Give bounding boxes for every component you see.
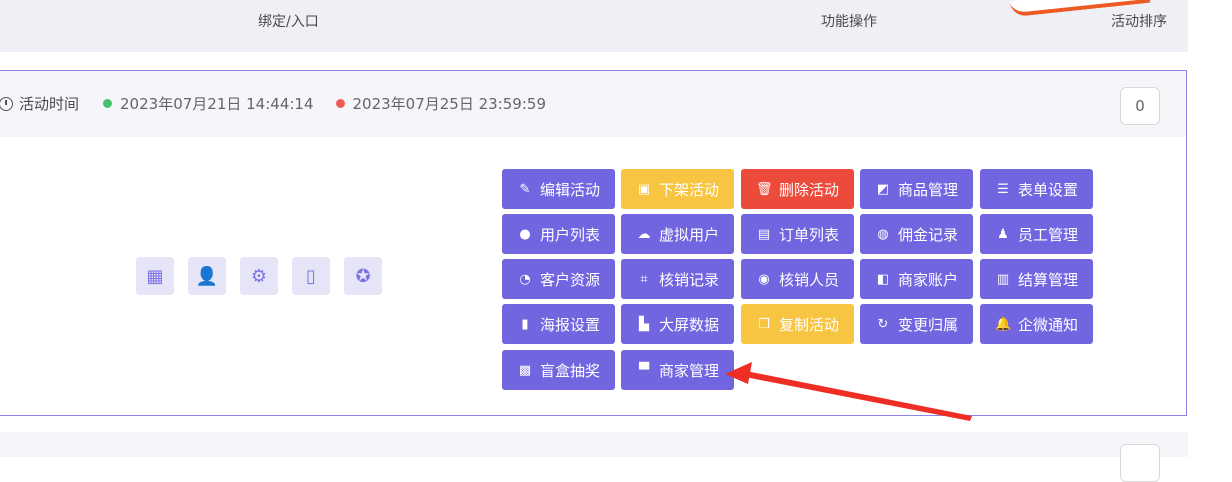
copy-activity-icon: ❐ bbox=[758, 316, 770, 332]
compass-icon[interactable]: ✪ bbox=[344, 257, 382, 295]
button-label: 盲盒抽奖 bbox=[539, 361, 600, 380]
verification-records-icon: ⌗ bbox=[640, 271, 648, 287]
delete-activity-icon: 🗑 bbox=[755, 181, 773, 197]
goods-management-button[interactable]: ◩ 商品管理 bbox=[860, 169, 973, 209]
order-list-icon: ▤ bbox=[757, 226, 771, 242]
gear-icon[interactable]: ⚙ bbox=[240, 257, 278, 295]
copy-activity-button[interactable]: ❐ 复制活动 bbox=[741, 304, 854, 344]
wecom-notify-icon: 🔔 bbox=[994, 316, 1012, 332]
settlement-management-icon: ▥ bbox=[996, 271, 1010, 287]
merchant-management-icon: ▀ bbox=[638, 362, 649, 378]
big-screen-data-button[interactable]: ▙ 大屏数据 bbox=[621, 304, 734, 344]
change-ownership-button[interactable]: ↻ 变更归属 bbox=[860, 304, 973, 344]
button-label: 商家账户 bbox=[897, 270, 958, 289]
button-label: 客户资源 bbox=[539, 270, 600, 289]
button-label: 企微通知 bbox=[1017, 315, 1078, 334]
button-label: 用户列表 bbox=[539, 225, 600, 244]
button-label: 海报设置 bbox=[539, 315, 600, 334]
qrcode-icon[interactable]: ▦ bbox=[136, 257, 174, 295]
edit-activity-button[interactable]: ✎ 编辑活动 bbox=[502, 169, 615, 209]
blind-box-lottery-icon: ▩ bbox=[518, 362, 532, 378]
big-screen-data-icon: ▙ bbox=[638, 316, 649, 332]
button-label: 员工管理 bbox=[1017, 225, 1078, 244]
button-label: 佣金记录 bbox=[897, 225, 958, 244]
wecom-notify-button[interactable]: 🔔 企微通知 bbox=[980, 304, 1093, 344]
customer-resources-button[interactable]: ◔ 客户资源 bbox=[502, 259, 615, 299]
commission-records-button[interactable]: ◍ 佣金记录 bbox=[860, 214, 973, 254]
delete-activity-button[interactable]: 🗑 删除活动 bbox=[741, 169, 854, 209]
goods-management-icon: ◩ bbox=[876, 181, 890, 197]
verification-staff-button[interactable]: ◉ 核销人员 bbox=[741, 259, 854, 299]
user-list-button[interactable]: ● 用户列表 bbox=[502, 214, 615, 254]
activity-start-time: 2023年07月21日 14:44:14 bbox=[120, 95, 314, 113]
activity-end-time: 2023年07月25日 23:59:59 bbox=[352, 95, 546, 113]
button-label: 订单列表 bbox=[778, 225, 839, 244]
button-label: 大屏数据 bbox=[658, 315, 719, 334]
button-label: 编辑活动 bbox=[539, 180, 600, 199]
verification-staff-icon: ◉ bbox=[758, 271, 770, 287]
user-list-icon: ● bbox=[519, 226, 531, 242]
poster-settings-icon: ▮ bbox=[521, 316, 529, 332]
verification-records-button[interactable]: ⌗ 核销记录 bbox=[621, 259, 734, 299]
button-label: 商品管理 bbox=[897, 180, 958, 199]
start-dot-icon bbox=[103, 99, 113, 108]
end-dot-icon bbox=[335, 99, 345, 108]
staff-management-button[interactable]: ♟ 员工管理 bbox=[980, 214, 1093, 254]
button-label: 变更归属 bbox=[897, 315, 958, 334]
blind-box-lottery-button[interactable]: ▩ 盲盒抽奖 bbox=[502, 350, 615, 390]
activity-time-info: 活动时间 2023年07月21日 14:44:14 2023年07月25日 23… bbox=[0, 93, 546, 114]
form-settings-icon: ☰ bbox=[997, 181, 1009, 197]
header-bind-entry: 绑定/入口 bbox=[258, 14, 319, 30]
virtual-users-icon: ☁ bbox=[637, 226, 651, 242]
merchant-account-icon: ◧ bbox=[876, 271, 890, 287]
button-label: 删除活动 bbox=[778, 180, 839, 199]
order-list-button[interactable]: ▤ 订单列表 bbox=[741, 214, 854, 254]
customer-resources-icon: ◔ bbox=[519, 271, 531, 287]
right-gutter bbox=[1188, 0, 1232, 457]
user-link-icon[interactable]: 👤 bbox=[188, 257, 226, 295]
merchant-account-button[interactable]: ◧ 商家账户 bbox=[860, 259, 973, 299]
header-activity-sort: 活动排序 bbox=[1111, 14, 1167, 30]
mobile-icon[interactable]: ▯ bbox=[292, 257, 330, 295]
form-settings-button[interactable]: ☰ 表单设置 bbox=[980, 169, 1093, 209]
poster-settings-button[interactable]: ▮ 海报设置 bbox=[502, 304, 615, 344]
settlement-management-button[interactable]: ▥ 结算管理 bbox=[980, 259, 1093, 299]
button-label: 虚拟用户 bbox=[658, 225, 719, 244]
button-label: 商家管理 bbox=[658, 361, 719, 380]
virtual-users-button[interactable]: ☁ 虚拟用户 bbox=[621, 214, 734, 254]
activity-sort-input[interactable]: 0 bbox=[1120, 87, 1160, 125]
next-activity-sort-input[interactable] bbox=[1120, 444, 1160, 482]
button-label: 下架活动 bbox=[658, 180, 719, 199]
next-activity-row bbox=[0, 432, 1188, 482]
staff-management-icon: ♟ bbox=[997, 226, 1009, 242]
quick-entry-icons: ▦ 👤 ⚙ ▯ ✪ bbox=[136, 257, 382, 295]
button-label: 复制活动 bbox=[778, 315, 839, 334]
header-function-ops: 功能操作 bbox=[821, 14, 877, 30]
change-ownership-icon: ↻ bbox=[877, 316, 889, 332]
button-label: 表单设置 bbox=[1017, 180, 1078, 199]
edit-activity-icon: ✎ bbox=[519, 181, 531, 197]
activity-time-label: 活动时间 bbox=[19, 95, 80, 113]
button-label: 核销人员 bbox=[778, 270, 839, 289]
unlist-activity-button[interactable]: ▣ 下架活动 bbox=[621, 169, 734, 209]
button-label: 结算管理 bbox=[1017, 270, 1078, 289]
button-label: 核销记录 bbox=[658, 270, 719, 289]
commission-records-icon: ◍ bbox=[877, 226, 889, 242]
unlist-activity-icon: ▣ bbox=[637, 181, 651, 197]
table-header: 绑定/入口 功能操作 活动排序 bbox=[0, 0, 1188, 52]
clock-icon bbox=[0, 96, 13, 111]
activity-card-header: 活动时间 2023年07月21日 14:44:14 2023年07月25日 23… bbox=[0, 71, 1186, 137]
merchant-management-button[interactable]: ▀ 商家管理 bbox=[621, 350, 734, 390]
